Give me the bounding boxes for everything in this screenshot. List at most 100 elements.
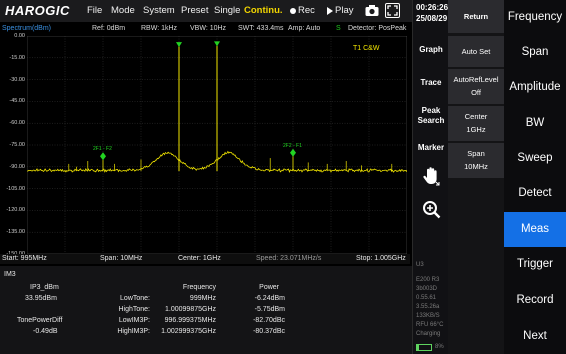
menu-sweep[interactable]: Sweep (504, 141, 566, 176)
clock-time: 00:26:26 (416, 3, 449, 12)
menu-preset[interactable]: Preset (181, 5, 208, 16)
menu-record[interactable]: Record (504, 283, 566, 318)
row-freq: 1.00099875GHz (165, 306, 216, 313)
auto-set-button[interactable]: Auto Set (448, 36, 504, 68)
menu-file[interactable]: File (87, 5, 102, 16)
span-value-sub: 10MHz (464, 162, 488, 171)
row-freq: 996.999375MHz (164, 317, 216, 324)
status-line: E200 R3 (416, 277, 440, 283)
row-label: HighTone: (118, 306, 150, 313)
menu-amplitude[interactable]: Amplitude (504, 70, 566, 105)
menu-mode[interactable]: Mode (111, 5, 135, 16)
center-button[interactable]: Center 1GHz (448, 106, 504, 142)
row-label: HighIM3P: (117, 328, 150, 335)
menu-span[interactable]: Span (504, 35, 566, 70)
row-power: -6.24dBm (254, 295, 285, 302)
spectrum-plot[interactable]: T1 C&W 2F1 - F2 2F2 - F1 (27, 36, 407, 254)
span-button[interactable]: Span 10MHz (448, 143, 504, 179)
status-line: 3.55.26a (416, 304, 440, 310)
y-tick-label: -120.00 (6, 207, 25, 214)
row-freq: 1.002999375GHz (161, 328, 216, 335)
marker-label-left: 2F1 - F2 (93, 146, 112, 152)
menu-next[interactable]: Next (504, 319, 566, 354)
stop-freq[interactable]: Stop: 1.005GHz (356, 255, 406, 262)
y-tick-label: -90.00 (9, 163, 25, 170)
record-dot-icon[interactable] (290, 8, 296, 14)
ip3-label: IP3_dBm (30, 284, 59, 291)
menu-single[interactable]: Single (214, 5, 240, 16)
row-label: LowTone: (120, 295, 150, 302)
row-freq: 999MHz (189, 295, 216, 302)
y-tick-label: 0.00 (14, 33, 25, 39)
center-freq[interactable]: Center: 1GHz (178, 255, 221, 262)
center-value: 1GHz (466, 125, 486, 134)
row-power: -5.75dBm (254, 306, 285, 313)
return-button[interactable]: Return (448, 0, 504, 34)
detector-value: Detector: PosPeak (348, 25, 407, 32)
battery-icon (416, 344, 432, 351)
status-line: Charging (416, 331, 441, 337)
start-freq[interactable]: Start: 995MHz (2, 255, 47, 262)
ref-level: Ref: 0dBm (92, 25, 126, 32)
span-value[interactable]: Span: 10MHz (100, 255, 142, 262)
y-tick-label: -105.00 (6, 185, 25, 192)
menu-meas[interactable]: Meas (504, 212, 566, 247)
main-function-menu: Frequency Span Amplitude BW Sweep Detect… (504, 0, 566, 354)
clock-date: 25/08/29 (416, 14, 448, 23)
ip3-value: 33.95dBm (25, 295, 57, 302)
trace-label: T1 C&W (353, 45, 380, 52)
app-logo: HAROGIC (5, 3, 70, 18)
graph-button[interactable]: Graph (413, 45, 449, 55)
y-tick-label: -60.00 (9, 120, 25, 127)
spectrum-title: Spectrum(dBm) (2, 25, 52, 32)
span-label: Span (467, 149, 485, 158)
peak-search-button[interactable]: Peak Search (413, 106, 449, 126)
auto-ref-level-value: Off (471, 88, 481, 97)
menu-bw[interactable]: BW (504, 106, 566, 141)
marker-button[interactable]: Marker (413, 143, 449, 153)
row-label: LowIM3P: (118, 317, 150, 324)
top-menu-bar: HAROGIC File Mode System Preset Single C… (0, 0, 414, 22)
pan-hand-icon[interactable] (421, 165, 443, 187)
menu-trigger[interactable]: Trigger (504, 247, 566, 282)
battery-level: 8% (435, 344, 444, 350)
rbw-value: RBW: 1kHz (141, 25, 178, 32)
zoom-in-icon[interactable] (422, 200, 442, 220)
y-tick-label: -15.00 (9, 54, 25, 61)
status-line: 3b003D (416, 286, 438, 292)
fullscreen-icon[interactable] (385, 3, 400, 18)
tone-power-diff-value: -0.49dB (33, 328, 58, 335)
trace-button[interactable]: Trace (413, 78, 449, 88)
status-line: U3 (416, 262, 424, 268)
im3-heading: IM3 (4, 271, 16, 278)
y-tick-label: -30.00 (9, 76, 25, 83)
marker-label-right: 2F2 - F1 (283, 143, 302, 149)
sub-function-panel: Return Auto Set AutoRefLevel Off Center … (448, 0, 504, 354)
status-line: 133KB/S (416, 313, 440, 319)
auto-ref-level-label: AutoRefLevel (453, 75, 499, 84)
menu-rec[interactable]: Rec (298, 5, 315, 16)
center-label: Center (464, 112, 488, 121)
status-line: 0.55.61 (416, 295, 437, 301)
menu-detect[interactable]: Detect (504, 176, 566, 211)
camera-icon[interactable] (365, 4, 379, 17)
frequency-axis-bar: Start: 995MHz Span: 10MHz Center: 1GHz S… (0, 254, 410, 264)
y-tick-label: -135.00 (6, 229, 25, 236)
menu-frequency[interactable]: Frequency (504, 0, 566, 35)
peak-search-line1: Peak (421, 106, 441, 115)
peak-search-line2: Search (417, 116, 445, 125)
tone-power-diff-label: TonePowerDiff (17, 317, 63, 324)
im3-results-panel: IM3 IP3_dBm 33.95dBm TonePowerDiff -0.49… (0, 266, 412, 354)
status-column: 00:26:26 25/08/29 Graph Trace Peak Searc… (412, 0, 448, 354)
y-tick-label: -45.00 (9, 98, 25, 105)
menu-play[interactable]: Play (335, 5, 353, 16)
sweep-speed: Speed: 23.071MHz/s (256, 255, 322, 262)
col-frequency: Frequency (182, 284, 216, 291)
col-power: Power (259, 284, 279, 291)
play-icon[interactable] (327, 7, 333, 15)
auto-ref-level-button[interactable]: AutoRefLevel Off (448, 69, 504, 105)
y-tick-label: -75.00 (9, 142, 25, 148)
menu-system[interactable]: System (143, 5, 175, 16)
status-s: S (336, 25, 341, 32)
menu-continuous[interactable]: Continu. (244, 5, 283, 16)
